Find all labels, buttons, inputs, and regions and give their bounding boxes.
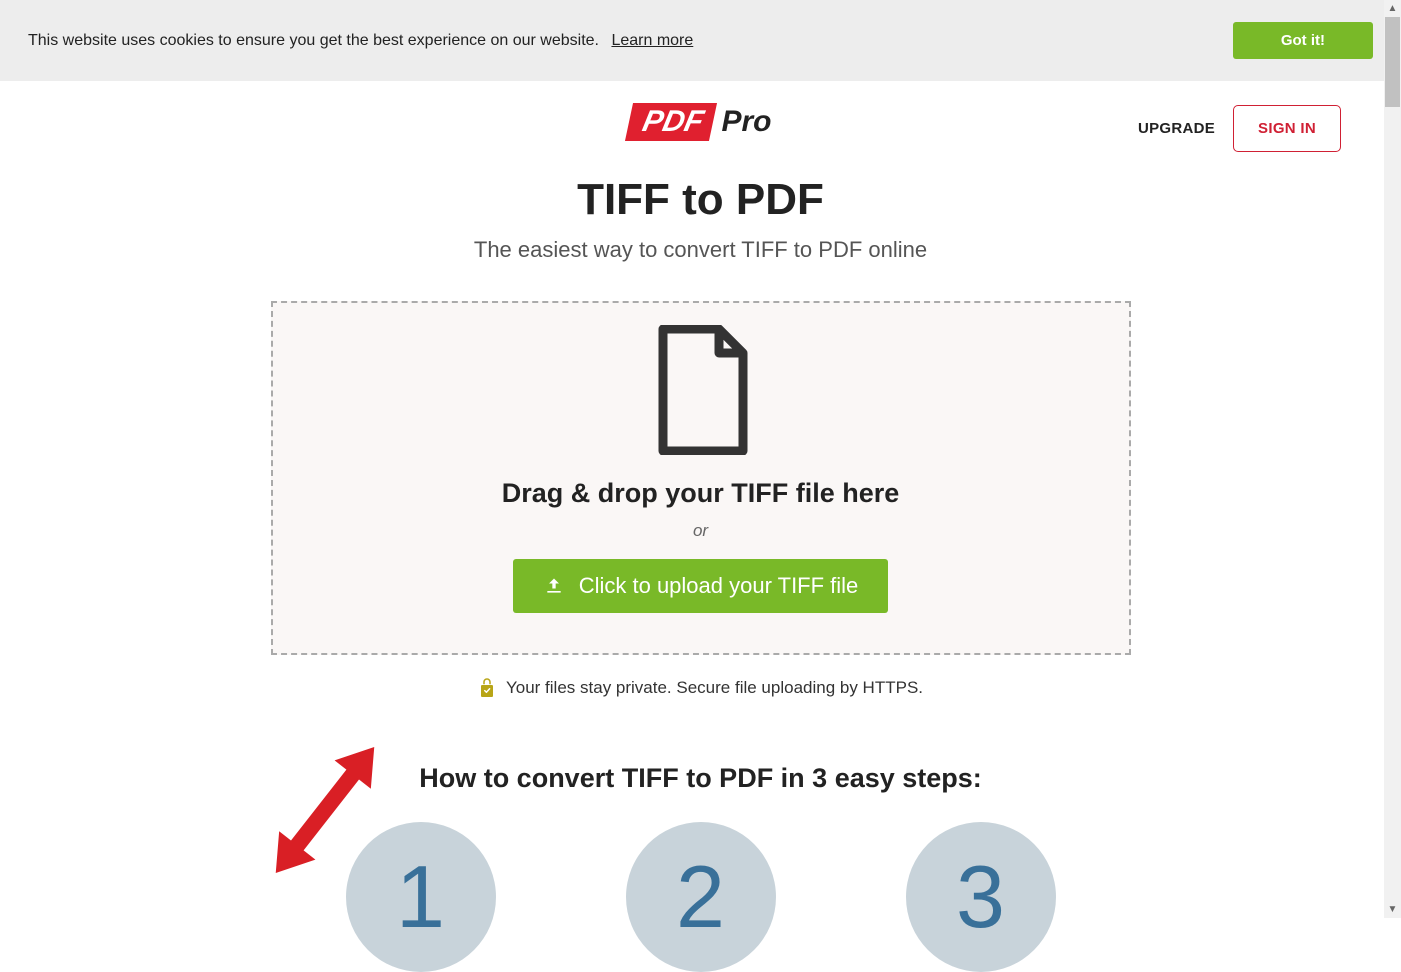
- security-row: Your files stay private. Secure file upl…: [241, 677, 1161, 699]
- page-title: TIFF to PDF: [241, 175, 1161, 225]
- logo-pdf-text: PDF: [625, 103, 717, 141]
- cookie-banner: This website uses cookies to ensure you …: [0, 0, 1401, 81]
- red-arrow-icon: [270, 725, 380, 895]
- step-circle-3: 3: [906, 822, 1056, 972]
- scrollbar-thumb[interactable]: [1385, 17, 1400, 107]
- dropzone[interactable]: Drag & drop your TIFF file here or Click…: [271, 301, 1131, 655]
- cookie-learn-more-link[interactable]: Learn more: [611, 32, 693, 49]
- upload-button[interactable]: Click to upload your TIFF file: [513, 559, 889, 613]
- drop-text: Drag & drop your TIFF file here: [293, 478, 1109, 509]
- lock-icon: [478, 677, 496, 699]
- upgrade-link[interactable]: UPGRADE: [1138, 120, 1215, 137]
- upload-button-label: Click to upload your TIFF file: [579, 573, 859, 599]
- scrollbar-arrow-up-icon[interactable]: ▲: [1384, 0, 1401, 17]
- file-icon: [293, 325, 1109, 460]
- cookie-text: This website uses cookies to ensure you …: [28, 32, 693, 50]
- logo[interactable]: PDF Pro: [629, 103, 771, 141]
- signin-button[interactable]: SIGN IN: [1233, 105, 1341, 152]
- upload-icon: [543, 576, 565, 596]
- step-circle-2: 2: [626, 822, 776, 972]
- or-text: or: [293, 521, 1109, 541]
- cookie-message: This website uses cookies to ensure you …: [28, 32, 599, 49]
- page-subtitle: The easiest way to convert TIFF to PDF o…: [241, 237, 1161, 263]
- header: PDF Pro UPGRADE SIGN IN: [0, 81, 1401, 151]
- security-text: Your files stay private. Secure file upl…: [506, 678, 923, 698]
- header-right: UPGRADE SIGN IN: [1138, 105, 1341, 152]
- scrollbar-arrow-down-icon[interactable]: ▼: [1384, 901, 1401, 918]
- logo-pro-text: Pro: [721, 105, 771, 139]
- scrollbar[interactable]: ▲ ▼: [1384, 0, 1401, 918]
- cookie-gotit-button[interactable]: Got it!: [1233, 22, 1373, 59]
